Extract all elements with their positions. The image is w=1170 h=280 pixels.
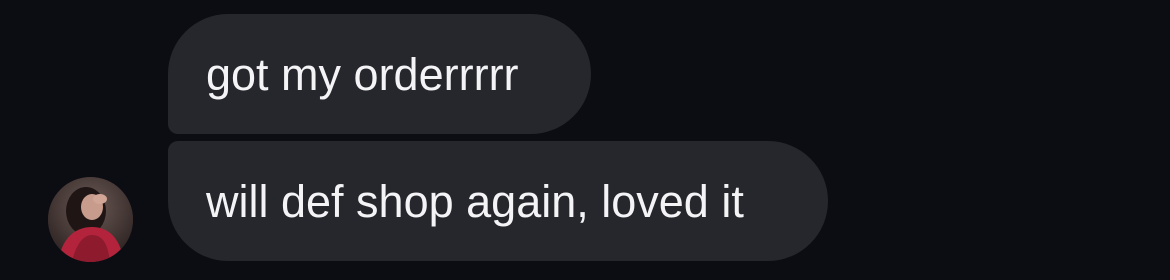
message-text: got my orderrrrr bbox=[206, 48, 519, 100]
message-bubble[interactable]: will def shop again, loved it bbox=[168, 141, 828, 261]
message-bubble[interactable]: got my orderrrrr bbox=[168, 14, 591, 134]
message-text: will def shop again, loved it bbox=[206, 175, 744, 227]
message-thread: got my orderrrrr will def shop again, lo… bbox=[0, 0, 1170, 280]
sender-avatar[interactable] bbox=[48, 177, 133, 262]
user-photo-avatar-icon bbox=[48, 177, 133, 262]
